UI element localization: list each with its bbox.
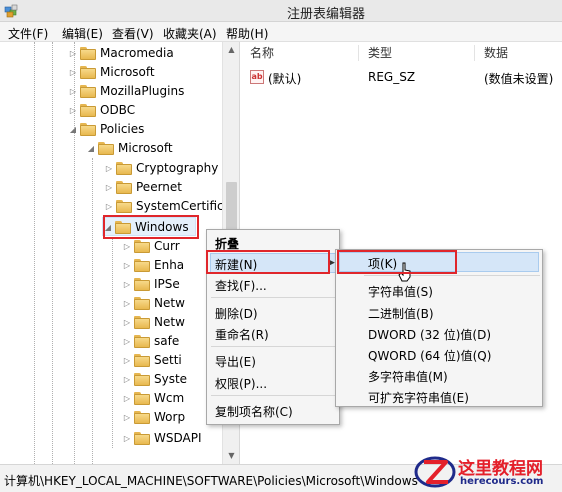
tree-guide-line: [34, 42, 35, 464]
expand-arrow-icon[interactable]: ▷: [104, 197, 114, 216]
folder-icon: [134, 259, 150, 272]
title-bar: 注册表编辑器: [0, 0, 562, 22]
folder-icon: [134, 316, 150, 329]
menu-item-delete[interactable]: 删除(D): [215, 305, 258, 322]
status-path: 计算机\HKEY_LOCAL_MACHINE\SOFTWARE\Policies…: [4, 474, 418, 488]
collapse-arrow-icon[interactable]: ◢: [86, 139, 96, 158]
menu-item-new-expandable-string[interactable]: 可扩充字符串值(E): [368, 389, 469, 406]
menu-item-rename[interactable]: 重命名(R): [215, 326, 269, 343]
tree-guide-line: [92, 158, 93, 464]
column-header-data[interactable]: 数据: [484, 42, 508, 64]
menu-item-new-dword[interactable]: DWORD (32 位)值(D): [368, 326, 491, 343]
tree-item-systemcertificates[interactable]: ▷ SystemCertifica: [104, 197, 231, 216]
expand-arrow-icon[interactable]: ▷: [68, 44, 78, 63]
folder-icon: [134, 297, 150, 310]
menu-file[interactable]: 文件(F): [8, 25, 48, 42]
folder-icon: [116, 200, 132, 213]
folder-icon: [116, 162, 132, 175]
column-header-name[interactable]: 名称: [250, 42, 274, 64]
menu-view[interactable]: 查看(V): [112, 25, 154, 42]
expand-arrow-icon[interactable]: ▷: [68, 82, 78, 101]
expand-arrow-icon[interactable]: ▷: [104, 178, 114, 197]
folder-icon: [80, 85, 96, 98]
folder-icon: [134, 411, 150, 424]
tree-item-policies[interactable]: ◢ Policies: [68, 120, 228, 139]
annotation-windows-key: [103, 215, 199, 239]
string-value-icon: ab: [250, 70, 264, 84]
menu-separator: [364, 275, 540, 276]
watermark-url: herecours.com: [460, 476, 544, 487]
menu-edit[interactable]: 编辑(E): [62, 25, 103, 42]
expand-arrow-icon[interactable]: ▷: [68, 101, 78, 120]
expand-arrow-icon[interactable]: ▷: [122, 313, 132, 332]
menu-item-new-binary[interactable]: 二进制值(B): [368, 305, 434, 322]
menu-item-new-qword[interactable]: QWORD (64 位)值(Q): [368, 347, 491, 364]
scroll-down-arrow-icon[interactable]: ▼: [223, 448, 239, 464]
folder-icon: [134, 240, 150, 253]
menu-favorites[interactable]: 收藏夹(A): [163, 25, 217, 42]
window-title: 注册表编辑器: [286, 7, 365, 22]
watermark-logo-icon: [414, 456, 456, 488]
column-separator[interactable]: [474, 45, 475, 61]
menu-separator: [211, 297, 337, 298]
column-header-type[interactable]: 类型: [368, 42, 392, 64]
folder-icon: [134, 373, 150, 386]
menu-item-new-string[interactable]: 字符串值(S): [368, 283, 433, 300]
menu-item-permissions[interactable]: 权限(P)...: [215, 375, 267, 392]
tree-item-policies-microsoft[interactable]: ◢ Microsoft: [86, 139, 226, 158]
tree-item-odbc[interactable]: ▷ ODBC: [68, 101, 228, 120]
expand-arrow-icon[interactable]: ▷: [104, 159, 114, 178]
expand-arrow-icon[interactable]: ▷: [122, 429, 132, 448]
folder-open-icon: [98, 142, 114, 155]
folder-icon: [80, 104, 96, 117]
collapse-arrow-icon[interactable]: ◢: [68, 120, 78, 139]
expand-arrow-icon[interactable]: ▷: [122, 351, 132, 370]
expand-arrow-icon[interactable]: ▷: [122, 294, 132, 313]
menu-separator: [211, 395, 337, 396]
folder-icon: [134, 335, 150, 348]
value-name[interactable]: (默认): [268, 70, 301, 87]
tree-item-cryptography[interactable]: ▷ Cryptography: [104, 159, 224, 178]
folder-icon: [134, 278, 150, 291]
watermark: 这里教程网 herecours.com: [410, 450, 562, 492]
expand-arrow-icon[interactable]: ▷: [122, 275, 132, 294]
expand-arrow-icon[interactable]: ▷: [122, 370, 132, 389]
folder-icon: [80, 47, 96, 60]
menu-item-find[interactable]: 查找(F)...: [215, 277, 267, 294]
tree-item-microsoft[interactable]: ▷ Microsoft: [68, 63, 228, 82]
annotation-new-item: [206, 250, 330, 274]
folder-icon: [134, 432, 150, 445]
folder-icon: [116, 181, 132, 194]
folder-open-icon: [80, 123, 96, 136]
menu-bar: 文件(F) 编辑(E) 查看(V) 收藏夹(A) 帮助(H): [0, 22, 562, 42]
menu-separator: [211, 346, 337, 347]
expand-arrow-icon[interactable]: ▷: [122, 332, 132, 351]
menu-help[interactable]: 帮助(H): [226, 25, 268, 42]
annotation-key-item: [337, 250, 457, 274]
scroll-up-arrow-icon[interactable]: ▲: [223, 42, 239, 58]
tree-item-wsdapi[interactable]: ▷ WSDAPI: [122, 429, 222, 448]
folder-icon: [134, 392, 150, 405]
tree-item-mozillaplugins[interactable]: ▷ MozillaPlugins: [68, 82, 228, 101]
tree-guide-line: [52, 42, 53, 464]
expand-arrow-icon[interactable]: ▷: [122, 256, 132, 275]
menu-item-copy-key-name[interactable]: 复制项名称(C): [215, 403, 293, 420]
expand-arrow-icon[interactable]: ▷: [68, 63, 78, 82]
tree-guide-line: [112, 238, 113, 448]
value-type: REG_SZ: [368, 70, 416, 84]
tree-item-macromedia[interactable]: ▷ Macromedia: [68, 44, 228, 63]
registry-tree[interactable]: ▷ Macromedia ▷ Microsoft ▷ MozillaPlugin…: [0, 42, 240, 464]
folder-icon: [134, 354, 150, 367]
column-separator[interactable]: [358, 45, 359, 61]
menu-item-export[interactable]: 导出(E): [215, 353, 256, 370]
folder-icon: [80, 66, 96, 79]
expand-arrow-icon[interactable]: ▷: [122, 408, 132, 427]
tree-item-peernet[interactable]: ▷ Peernet: [104, 178, 224, 197]
expand-arrow-icon[interactable]: ▷: [122, 237, 132, 256]
value-data: (数值未设置): [484, 72, 554, 86]
expand-arrow-icon[interactable]: ▷: [122, 389, 132, 408]
menu-item-new-multi-string[interactable]: 多字符串值(M): [368, 368, 448, 385]
